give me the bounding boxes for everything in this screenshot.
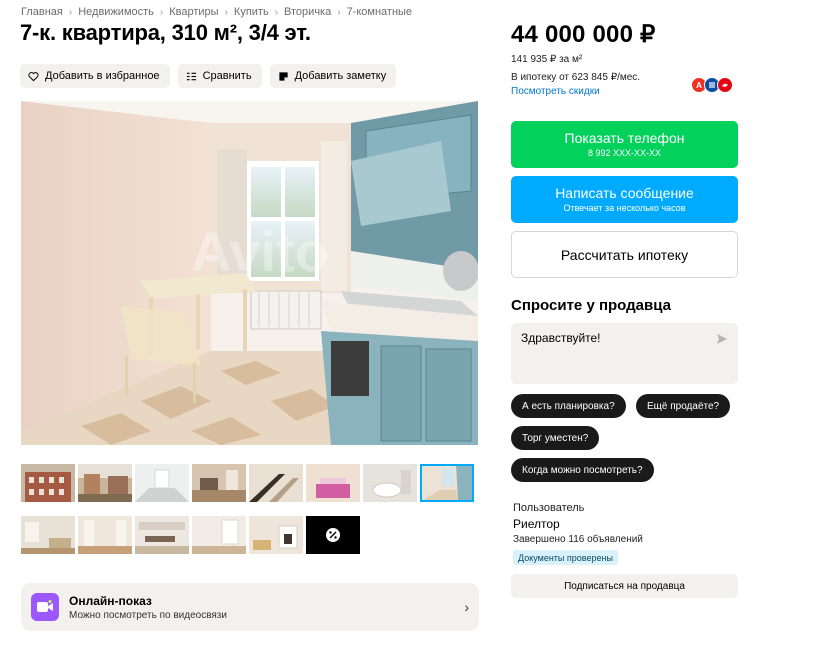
ask-seller-title: Спросите у продавца [511, 297, 671, 314]
pink-bedroom-thumb[interactable] [306, 464, 360, 502]
documents-verified-badge: Документы проверены [513, 550, 618, 565]
online-show-title: Онлайн-показ [69, 593, 152, 608]
calculate-mortgage-button[interactable]: Рассчитать ипотеку [511, 231, 738, 278]
response-time: Отвечает за несколько часов [563, 203, 686, 213]
mortgage-info: В ипотеку от 623 845 ₽/мес. [511, 72, 641, 83]
living-room-thumb[interactable] [21, 516, 75, 554]
dining-room-thumb[interactable] [135, 516, 189, 554]
video-call-icon [31, 593, 59, 621]
quick-reply-viewing[interactable]: Когда можно посмотреть? [511, 458, 654, 482]
write-message-button[interactable]: Написать сообщение Отвечает за несколько… [511, 176, 738, 223]
breadcrumb-separator-icon: › [224, 6, 228, 18]
hall-thumb[interactable] [78, 516, 132, 554]
white-room-thumb[interactable] [135, 464, 189, 502]
subscribe-seller-button[interactable]: Подписаться на продавца [511, 574, 738, 598]
show-phone-button[interactable]: Показать телефон 8 992 XXX-XX-XX [511, 121, 738, 168]
compare-label: Сравнить [202, 70, 252, 82]
breadcrumb-home[interactable]: Главная [21, 6, 63, 18]
breadcrumb-apartments[interactable]: Квартиры [169, 6, 218, 18]
thumbnails-row [21, 516, 360, 554]
bank-logos: А [691, 77, 733, 93]
online-show-card[interactable]: Онлайн-показ Можно посмотреть по видеосв… [21, 583, 479, 631]
main-photo[interactable]: Avito [21, 101, 478, 445]
price-per-m2: 141 935 ₽ за м² [511, 54, 583, 65]
write-message-label: Написать сообщение [555, 185, 694, 201]
price: 44 000 000 ₽ [511, 21, 656, 48]
ask-seller-input[interactable]: Здравствуйте! [511, 323, 738, 384]
discounts-link[interactable]: Посмотреть скидки [511, 86, 600, 97]
online-show-subtitle: Можно посмотреть по видеосвязи [69, 609, 227, 621]
kitchen-thumb[interactable] [420, 464, 474, 502]
breadcrumb-buy[interactable]: Купить [234, 6, 269, 18]
breadcrumb-separator-icon: › [159, 6, 164, 18]
seller-type: Пользователь [513, 502, 585, 514]
send-icon[interactable] [716, 333, 728, 345]
note-icon [278, 71, 288, 81]
room-thumb[interactable] [192, 464, 246, 502]
page-title: 7-к. квартира, 310 м², 3/4 эт. [20, 20, 311, 45]
chevron-right-icon: › [464, 599, 469, 615]
calculate-mortgage-label: Рассчитать ипотеку [560, 246, 689, 263]
breadcrumb-realty[interactable]: Недвижимость [78, 6, 154, 18]
staircase-thumb[interactable] [249, 464, 303, 502]
courtyard-thumb[interactable] [78, 464, 132, 502]
breadcrumb-7-rooms[interactable]: 7-комнатные [347, 6, 412, 18]
quick-reply-bargain[interactable]: Торг уместен? [511, 426, 600, 450]
thumbnails-row [21, 464, 474, 502]
percent-icon [326, 528, 340, 542]
add-to-favorites-label: Добавить в избранное [45, 70, 160, 82]
seller-completed-count: Завершено 116 объявлений [513, 534, 643, 545]
bright-room-thumb[interactable] [192, 516, 246, 554]
bank-logo-icon [717, 77, 733, 93]
add-note-button[interactable]: Добавить заметку [269, 64, 397, 88]
breadcrumb-separator-icon: › [274, 6, 279, 18]
quick-reply-still-selling[interactable]: Ещё продаёте? [636, 394, 731, 418]
add-to-favorites-button[interactable]: Добавить в избранное [20, 64, 170, 88]
facade-thumb[interactable] [21, 464, 75, 502]
breadcrumb-separator-icon: › [68, 6, 73, 18]
ask-seller-input-text: Здравствуйте! [521, 331, 601, 345]
kitchen-photo: Avito [21, 101, 478, 445]
fireplace-thumb[interactable] [249, 516, 303, 554]
compare-button[interactable]: Сравнить [177, 64, 262, 88]
listing-actions: Добавить в избранное Сравнить Добавить з… [20, 64, 397, 88]
more-photos-button[interactable] [306, 516, 360, 554]
breadcrumb: Главная › Недвижимость › Квартиры › Купи… [21, 6, 412, 18]
seller-name[interactable]: Риелтор [513, 517, 560, 531]
compare-icon [186, 72, 196, 80]
avito-watermark: Avito [191, 220, 329, 283]
heart-icon [28, 71, 39, 81]
bathroom-thumb[interactable] [363, 464, 417, 502]
quick-reply-layout[interactable]: А есть планировка? [511, 394, 626, 418]
breadcrumb-secondary[interactable]: Вторичка [284, 6, 331, 18]
show-phone-label: Показать телефон [564, 130, 685, 146]
phone-masked: 8 992 XXX-XX-XX [587, 148, 662, 158]
add-note-label: Добавить заметку [294, 70, 387, 82]
breadcrumb-separator-icon: › [337, 6, 341, 18]
